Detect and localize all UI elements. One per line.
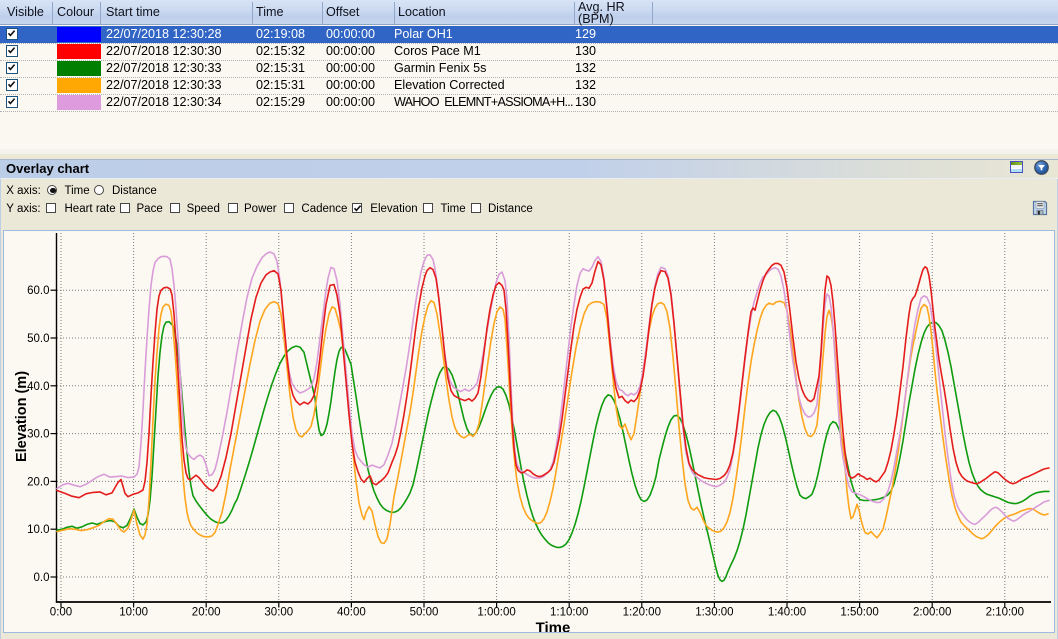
svg-text:50.0: 50.0 xyxy=(27,333,49,345)
svg-text:Time: Time xyxy=(536,620,571,633)
svg-text:2:10:00: 2:10:00 xyxy=(986,607,1024,619)
svg-text:1:00:00: 1:00:00 xyxy=(477,607,515,619)
svg-text:1:20:00: 1:20:00 xyxy=(623,607,661,619)
svg-text:10:00: 10:00 xyxy=(119,607,148,619)
svg-text:40.0: 40.0 xyxy=(27,381,49,393)
svg-text:1:10:00: 1:10:00 xyxy=(550,607,588,619)
svg-text:60.0: 60.0 xyxy=(27,285,49,297)
svg-text:1:30:00: 1:30:00 xyxy=(695,607,733,619)
svg-text:40:00: 40:00 xyxy=(337,607,366,619)
svg-text:30.0: 30.0 xyxy=(27,429,49,441)
svg-text:2:00:00: 2:00:00 xyxy=(913,607,951,619)
svg-text:0.0: 0.0 xyxy=(34,572,50,584)
svg-text:30:00: 30:00 xyxy=(264,607,293,619)
svg-text:0:00: 0:00 xyxy=(50,607,72,619)
svg-text:Elevation (m): Elevation (m) xyxy=(14,371,30,462)
svg-text:10.0: 10.0 xyxy=(27,524,49,536)
svg-text:1:50:00: 1:50:00 xyxy=(840,607,878,619)
svg-text:50:00: 50:00 xyxy=(410,607,439,619)
svg-text:1:40:00: 1:40:00 xyxy=(768,607,806,619)
svg-text:20.0: 20.0 xyxy=(27,476,49,488)
svg-text:20:00: 20:00 xyxy=(192,607,221,619)
